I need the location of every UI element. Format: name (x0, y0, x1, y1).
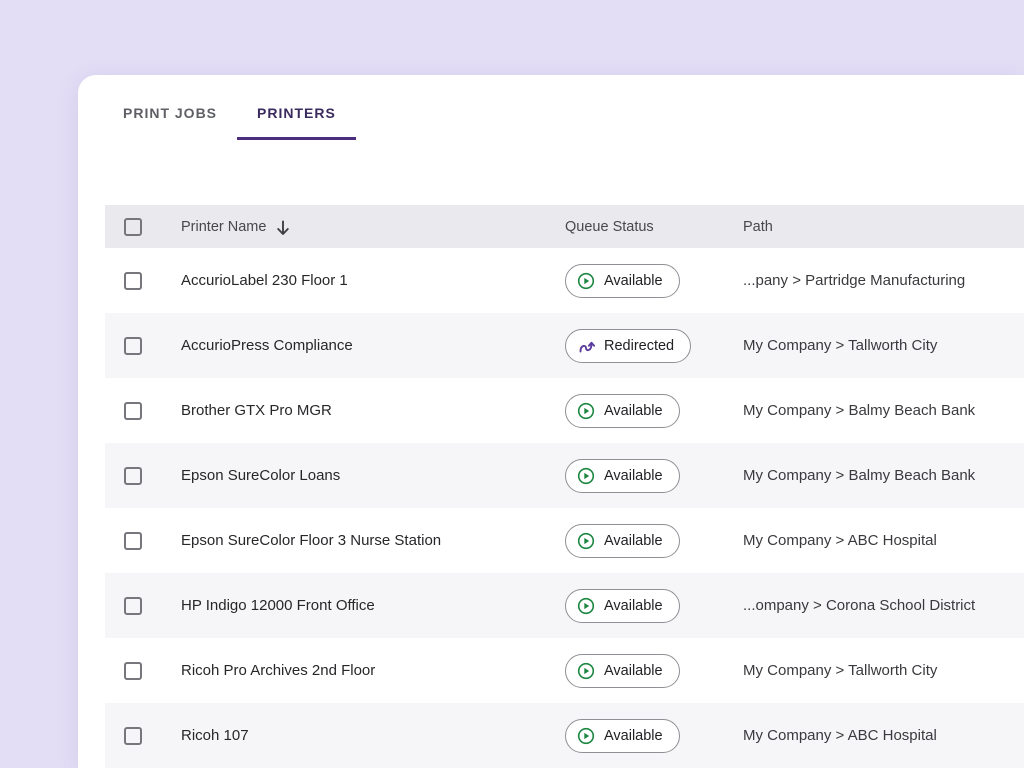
column-header-path[interactable]: Path (743, 219, 1024, 235)
printer-name: Epson SureColor Loans (181, 467, 565, 484)
row-checkbox[interactable] (124, 662, 142, 680)
play-circle-icon (577, 727, 595, 745)
table-row: Ricoh 107 (105, 703, 1024, 768)
queue-status-label: Available (604, 662, 663, 680)
printer-path: My Company > Tallworth City (743, 337, 1024, 354)
queue-status-label: Available (604, 272, 663, 290)
row-checkbox[interactable] (124, 597, 142, 615)
play-circle-icon (577, 467, 595, 485)
play-circle-icon (577, 532, 595, 550)
printer-name: Brother GTX Pro MGR (181, 402, 565, 419)
queue-status-badge[interactable]: Redirected (565, 329, 691, 363)
table-row: HP Indigo 12000 Front Office (105, 573, 1024, 638)
table-row: Epson SureColor Loans (105, 443, 1024, 508)
table-header-row: Printer Name Queue Status Path (105, 205, 1024, 248)
row-checkbox[interactable] (124, 402, 142, 420)
queue-status-label: Redirected (604, 337, 674, 355)
play-circle-icon (577, 402, 595, 420)
printers-panel: PRINT JOBS PRINTERS Printer Name Queue S… (78, 75, 1024, 768)
table-row: AccurioPress Compliance (105, 313, 1024, 378)
printers-table: Printer Name Queue Status Path AccurioLa… (105, 205, 1024, 768)
queue-status-badge[interactable]: Available (565, 589, 680, 623)
printer-path: My Company > Balmy Beach Bank (743, 402, 1024, 419)
column-header-queue-status[interactable]: Queue Status (565, 219, 743, 235)
row-checkbox[interactable] (124, 727, 142, 745)
queue-status-badge[interactable]: Available (565, 524, 680, 558)
column-header-printer-name[interactable]: Printer Name (181, 217, 565, 237)
printer-path: My Company > ABC Hospital (743, 727, 1024, 744)
printer-path: My Company > Tallworth City (743, 662, 1024, 679)
queue-status-badge[interactable]: Available (565, 264, 680, 298)
table-row: AccurioLabel 230 Floor 1 (105, 248, 1024, 313)
printer-name: HP Indigo 12000 Front Office (181, 597, 565, 614)
tab-bar: PRINT JOBS PRINTERS (123, 103, 356, 140)
queue-status-label: Available (604, 402, 663, 420)
row-checkbox[interactable] (124, 337, 142, 355)
printer-path: My Company > Balmy Beach Bank (743, 467, 1024, 484)
printer-name: AccurioLabel 230 Floor 1 (181, 272, 565, 289)
queue-status-badge[interactable]: Available (565, 654, 680, 688)
queue-status-badge[interactable]: Available (565, 394, 680, 428)
printer-name: Ricoh Pro Archives 2nd Floor (181, 662, 565, 679)
row-checkbox[interactable] (124, 467, 142, 485)
queue-status-label: Available (604, 597, 663, 615)
select-all-checkbox[interactable] (124, 218, 142, 236)
table-row: Brother GTX Pro MGR (105, 378, 1024, 443)
printer-path: ...pany > Partridge Manufacturing (743, 272, 1024, 289)
queue-status-badge[interactable]: Available (565, 459, 680, 493)
table-row: Epson SureColor Floor 3 Nurse Station (105, 508, 1024, 573)
row-checkbox[interactable] (124, 532, 142, 550)
printer-path: ...ompany > Corona School District (743, 597, 1024, 614)
play-circle-icon (577, 662, 595, 680)
queue-status-label: Available (604, 727, 663, 745)
play-circle-icon (577, 597, 595, 615)
printer-name: Ricoh 107 (181, 727, 565, 744)
printer-path: My Company > ABC Hospital (743, 532, 1024, 549)
tab-printers[interactable]: PRINTERS (237, 103, 356, 140)
play-circle-icon (577, 272, 595, 290)
queue-status-badge[interactable]: Available (565, 719, 680, 753)
printer-name: AccurioPress Compliance (181, 337, 565, 354)
queue-status-label: Available (604, 532, 663, 550)
sort-descending-icon[interactable] (275, 219, 293, 237)
tab-print-jobs[interactable]: PRINT JOBS (123, 103, 217, 140)
row-checkbox[interactable] (124, 272, 142, 290)
redirect-arrow-icon (577, 337, 595, 355)
queue-status-label: Available (604, 467, 663, 485)
printer-name: Epson SureColor Floor 3 Nurse Station (181, 532, 565, 549)
table-row: Ricoh Pro Archives 2nd Floor (105, 638, 1024, 703)
